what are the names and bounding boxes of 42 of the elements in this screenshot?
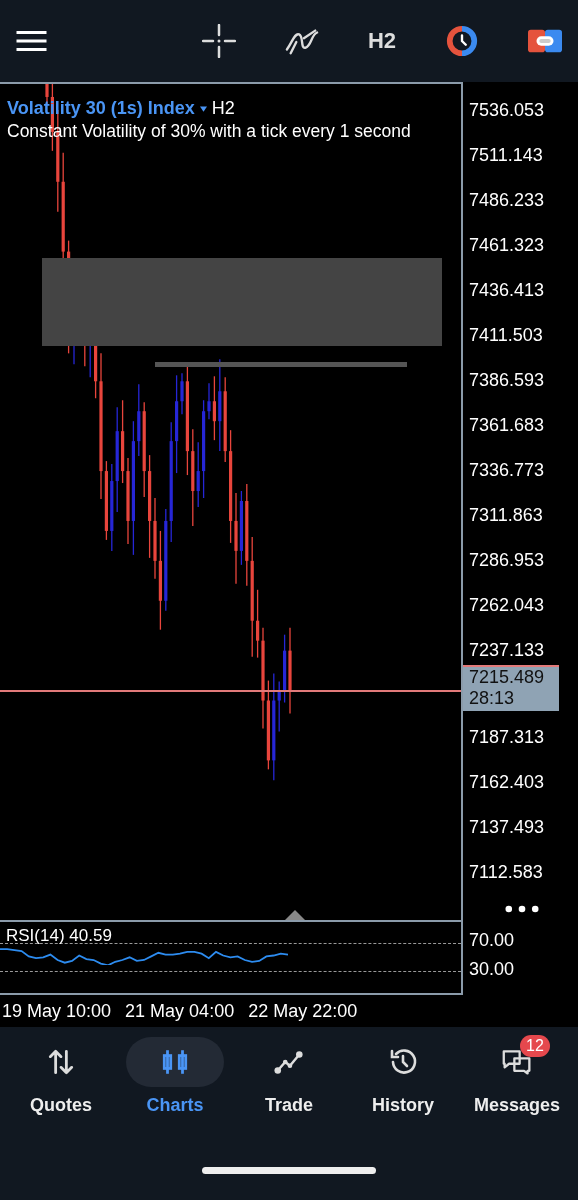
clock-icon[interactable]: [445, 24, 479, 58]
price-label: 7162.403: [468, 771, 545, 794]
crosshair-icon[interactable]: [201, 24, 236, 58]
menu-icon[interactable]: [16, 30, 47, 52]
price-label: 7311.863: [468, 504, 543, 527]
history-icon: [388, 1047, 418, 1077]
rsi-level-label: 70.00: [468, 929, 516, 952]
price-label: 7386.593: [468, 369, 545, 392]
price-label: 7187.313: [468, 726, 545, 749]
price-label: 7237.133: [468, 639, 545, 662]
price-label: 7262.043: [468, 594, 545, 617]
time-label: 19 May 10:00: [2, 1000, 112, 1022]
price-label: 7336.773: [468, 459, 545, 482]
price-label: 7286.953: [468, 549, 545, 572]
price-label: 7511.143: [468, 144, 543, 167]
bar-countdown: 28:13: [469, 688, 516, 709]
rsi-level-label: 30.00: [468, 958, 516, 981]
price-label: 7436.413: [468, 279, 545, 302]
price-label: 7536.053: [468, 99, 545, 122]
nav-tab[interactable]: 12 Messages: [468, 1037, 566, 1155]
more-icon[interactable]: [505, 905, 539, 913]
nav-tab[interactable]: Quotes: [12, 1037, 110, 1155]
chart-timeframe: H2: [211, 98, 235, 119]
price-label: 7137.493: [468, 816, 545, 839]
scroll-handle-icon[interactable]: [285, 910, 305, 920]
timeframe-button[interactable]: H2: [367, 28, 396, 54]
nav-tab[interactable]: Trade: [240, 1037, 338, 1155]
arrows-icon: [46, 1047, 76, 1077]
time-label: 21 May 04:00: [125, 1000, 235, 1022]
time-label: 22 May 22:00: [248, 1000, 358, 1022]
nav-tab[interactable]: Charts: [126, 1037, 224, 1155]
price-label: 7361.683: [468, 414, 545, 437]
price-label: 7112.583: [468, 861, 543, 884]
rsi-label: RSI(14) 40.59: [6, 926, 112, 946]
price-label: 7411.503: [468, 324, 543, 347]
caret-icon[interactable]: [199, 105, 207, 112]
unread-badge: 12: [520, 1035, 550, 1057]
price-label: 7461.323: [468, 234, 545, 257]
candles-icon: [160, 1047, 190, 1077]
price-label: 7486.233: [468, 189, 545, 212]
nav-tab[interactable]: History: [354, 1037, 452, 1155]
current-price: 7215.489: [469, 667, 546, 688]
